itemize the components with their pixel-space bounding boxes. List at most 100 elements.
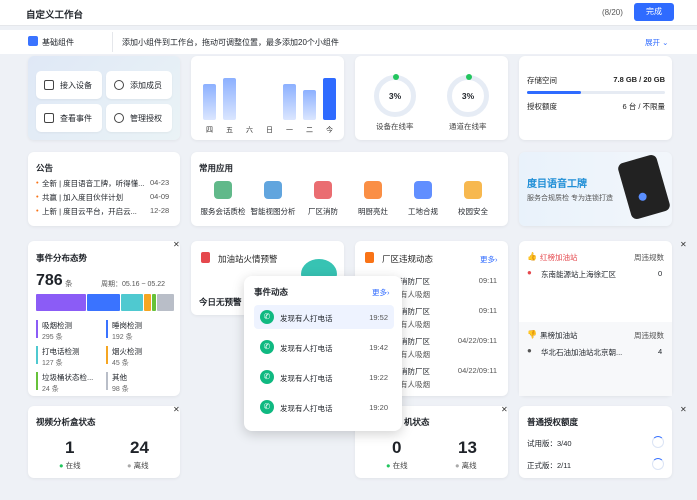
phone-icon: ✆ xyxy=(260,340,274,354)
week-bar xyxy=(203,84,216,120)
status-dot xyxy=(393,74,399,80)
expand-button[interactable]: 展开 ⌄ xyxy=(645,37,668,48)
close-icon[interactable]: ✕ xyxy=(501,405,508,414)
notice-date: 04-23 xyxy=(150,178,170,187)
factory-violation: 有人吸烟 xyxy=(400,320,430,329)
device-online-ring: 3% xyxy=(374,74,416,117)
video-online-label: ● 在线 xyxy=(59,461,81,470)
day-tick-label: 五 xyxy=(226,127,233,134)
event-period: 周期：05.16 ~ 05.22 xyxy=(101,281,166,288)
machine-offline-count: 13 xyxy=(458,438,477,457)
legend-marker xyxy=(106,372,108,390)
phone-icon: ✆ xyxy=(260,400,274,414)
app-item-label[interactable]: 厂区消防 xyxy=(298,206,348,217)
legend-marker xyxy=(36,320,38,338)
quota-value: 6 台 / 不限量 xyxy=(622,102,665,111)
legend-item: 吸烟检测 295 条 xyxy=(42,320,102,342)
event-share-segment xyxy=(87,294,120,311)
close-icon[interactable]: ✕ xyxy=(173,405,180,414)
blacklist-column: 周违规数 xyxy=(634,331,664,340)
legend-count: 127 条 xyxy=(42,360,63,367)
status-dot xyxy=(466,74,472,80)
close-icon[interactable]: ✕ xyxy=(680,240,687,249)
redlist-station: 东南能源站上海徐汇区 xyxy=(541,270,616,279)
close-icon[interactable]: ✕ xyxy=(173,240,180,249)
event-text: 发现有人打电话 xyxy=(280,314,333,323)
legend-name: 垃圾桶状态检... xyxy=(42,373,94,382)
event-time: 19:42 xyxy=(369,343,388,352)
notice-date: 12-28 xyxy=(150,206,170,215)
factory-time: 09:11 xyxy=(478,306,497,315)
app-item-label[interactable]: 服务会话质检 xyxy=(198,206,248,217)
bullet-icon: • xyxy=(36,178,39,187)
done-button[interactable]: 完成 xyxy=(634,3,674,21)
video-offline-count: 24 xyxy=(130,438,149,457)
document-icon xyxy=(44,113,54,123)
notice-item[interactable]: 上新 | 度目云平台，开启云... xyxy=(42,206,146,217)
event-text: 发现有人打电话 xyxy=(280,344,333,353)
tip-text: 添加小组件到工作台，拖动可调整位置，最多添加20个小组件 xyxy=(122,38,339,47)
event-feed-item[interactable]: ✆ 发现有人打电话 19:52 xyxy=(254,305,394,329)
event-feed-item[interactable]: ✆ 发现有人打电话 19:20 xyxy=(254,395,394,419)
week-bar xyxy=(303,90,316,120)
flame-icon xyxy=(364,181,382,199)
formal-progress-ring xyxy=(652,458,664,470)
fire-title: 加油站火情预警 xyxy=(218,254,278,264)
day-tick-label: 六 xyxy=(246,127,253,134)
quick-action-manage-auth[interactable]: 管理授权 xyxy=(106,104,172,132)
close-icon[interactable]: ✕ xyxy=(680,405,687,414)
bullet-icon: • xyxy=(36,192,39,201)
event-feed-item[interactable]: ✆ 发现有人打电话 19:42 xyxy=(254,335,394,359)
popup-more-link[interactable]: 更多› xyxy=(372,287,390,298)
legend-count: 192 条 xyxy=(112,334,133,341)
fuel-icon xyxy=(201,252,210,263)
app-item-label[interactable]: 明厨亮灶 xyxy=(348,206,398,217)
week-bar xyxy=(223,78,236,120)
quota-title: 普通授权额度 xyxy=(527,417,579,427)
video-offline-label: ● 离线 xyxy=(127,461,149,470)
quick-action-view-events[interactable]: 查看事件 xyxy=(36,104,102,132)
day-tick-label: 四 xyxy=(206,127,213,134)
legend-count: 45 条 xyxy=(112,360,129,367)
category-label[interactable]: 基础组件 xyxy=(42,37,74,48)
redlist-count: 0 xyxy=(658,269,663,278)
quick-action-connect-device[interactable]: 接入设备 xyxy=(36,71,102,99)
quick-action-add-member[interactable]: 添加成员 xyxy=(106,71,172,99)
page-title: 自定义工作台 xyxy=(26,10,84,21)
machine-online-count: 0 xyxy=(392,438,402,457)
video-online-count: 1 xyxy=(65,438,75,457)
notice-item[interactable]: 共赢 | 加入度目伙伴计划 xyxy=(42,192,146,203)
event-feed-item[interactable]: ✆ 发现有人打电话 19:22 xyxy=(254,365,394,389)
top-bar xyxy=(0,0,697,26)
legend-item: 其他 98 条 xyxy=(112,372,172,394)
factory-more-link[interactable]: 更多› xyxy=(480,254,498,265)
blacklist-title: 黑榜加油站 xyxy=(540,331,578,340)
component-bar xyxy=(0,30,697,54)
event-share-segment xyxy=(120,294,143,311)
construction-icon xyxy=(414,181,432,199)
warning-icon: ● xyxy=(527,268,532,277)
blacklist-station: 华北石油加油站北京朝... xyxy=(541,348,623,357)
fire-alarm-icon xyxy=(314,181,332,199)
factory-violation: 有人吸烟 xyxy=(400,380,430,389)
legend-count: 295 条 xyxy=(42,334,63,341)
factory-title: 厂区违规动态 xyxy=(382,254,434,264)
event-text: 发现有人打电话 xyxy=(280,374,333,383)
event-share-segment xyxy=(143,294,152,311)
app-item-label[interactable]: 智能视图分析 xyxy=(248,206,298,217)
legend-name: 睡岗检测 xyxy=(112,321,142,330)
app-item-label[interactable]: 工地合规 xyxy=(398,206,448,217)
phone-icon: ✆ xyxy=(260,310,274,324)
bullet-icon: • xyxy=(36,206,39,215)
event-title: 事件分布态势 xyxy=(36,253,88,263)
day-tick-label: 一 xyxy=(286,127,293,134)
factory-time: 04/22/09:11 xyxy=(457,336,497,345)
event-stacked-bar xyxy=(36,294,174,311)
legend-marker xyxy=(36,372,38,390)
app-item-label[interactable]: 校园安全 xyxy=(448,206,498,217)
legend-name: 其他 xyxy=(112,373,127,382)
event-share-segment xyxy=(36,294,87,311)
machine-title: 机状态 xyxy=(404,417,430,427)
event-share-segment xyxy=(157,294,174,311)
notice-item[interactable]: 全新 | 度目语音工牌，听得懂... xyxy=(42,178,146,189)
